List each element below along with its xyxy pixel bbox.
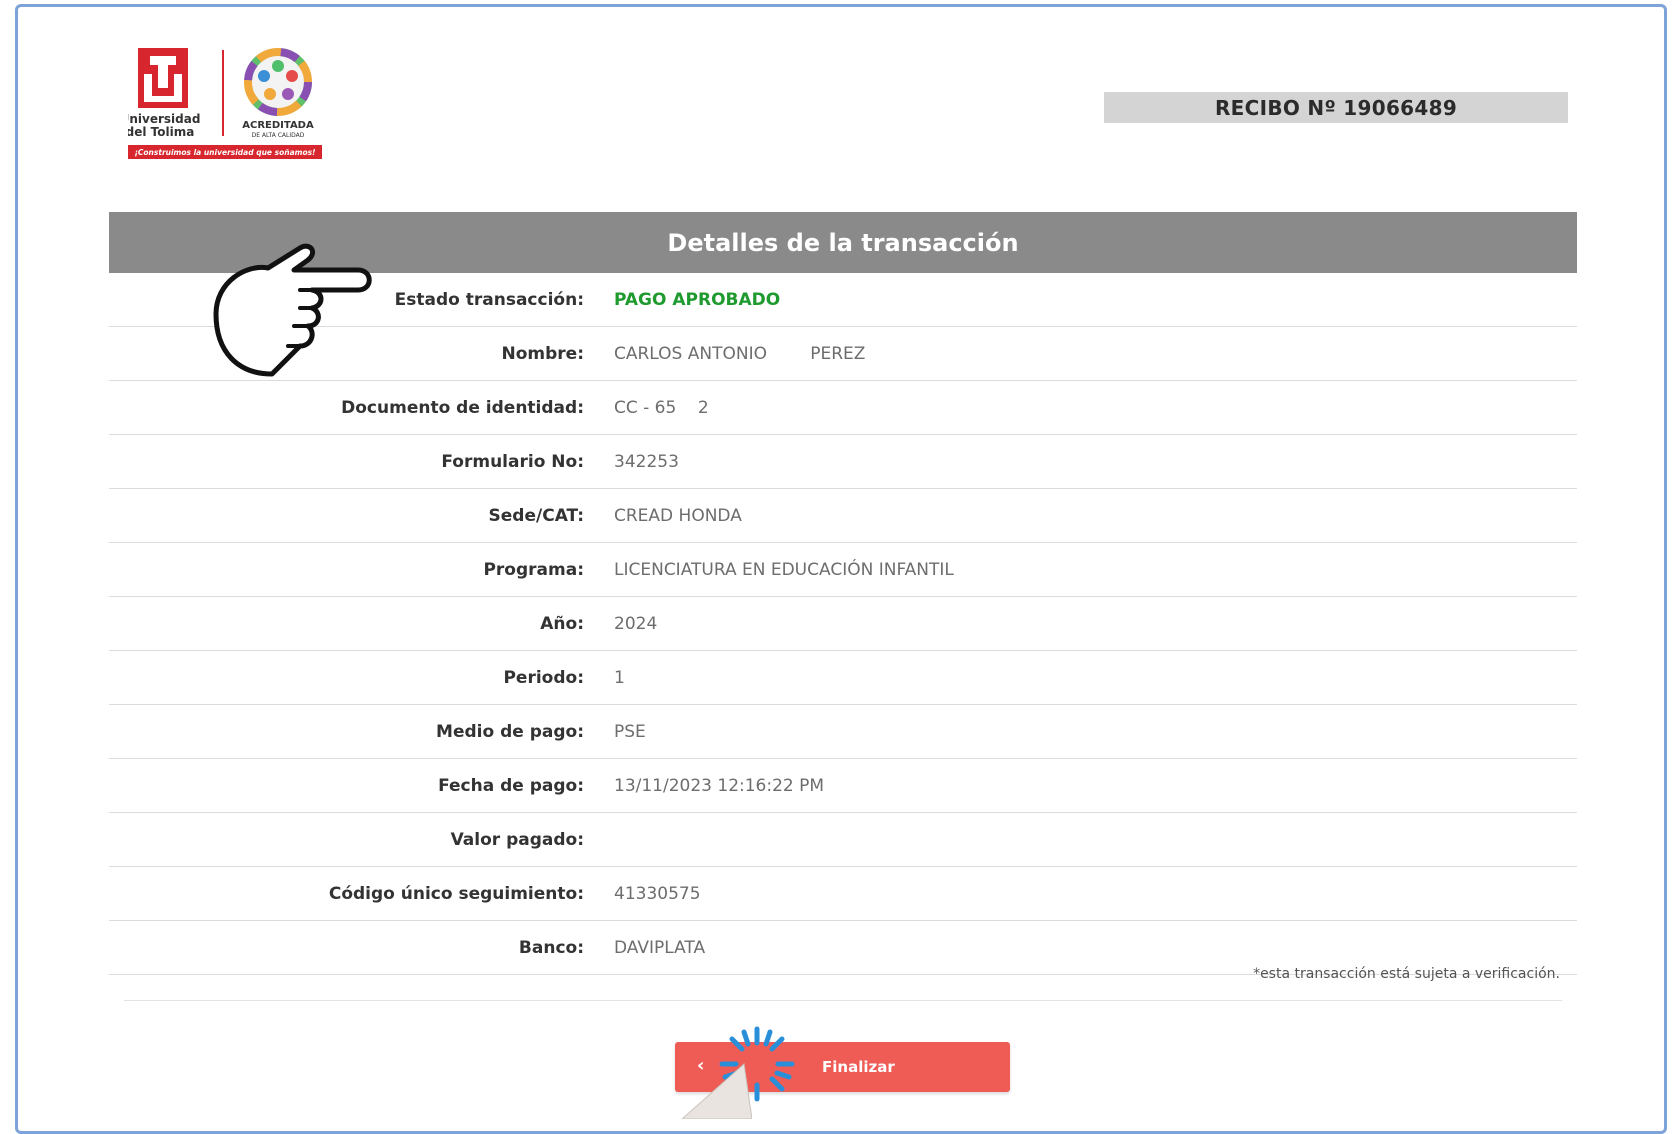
row-value: 41330575 (614, 883, 701, 904)
row-label: Documento de identidad: (341, 397, 584, 418)
row-year: Año: 2024 (109, 597, 1577, 651)
row-payment-date: Fecha de pago: 13/11/2023 12:16:22 PM (109, 759, 1577, 813)
pointing-hand-icon (213, 243, 372, 377)
university-logo: Universidad del Tolima ACREDITADA DE ALT… (128, 48, 322, 159)
row-document: Documento de identidad: CC - 65 2 (109, 381, 1577, 435)
row-value: PSE (614, 721, 646, 742)
receipt-number: RECIBO Nº 19066489 (1104, 92, 1568, 123)
row-value: DAVIPLATA (614, 937, 706, 958)
row-campus: Sede/CAT: CREAD HONDA (109, 489, 1577, 543)
row-form-number: Formulario No: 342253 (109, 435, 1577, 489)
row-value: 342253 (614, 451, 679, 472)
logo-institution-line2: del Tolima (128, 125, 194, 139)
verification-note: *esta transacción está sujeta a verifica… (1253, 966, 1560, 982)
row-label: Banco: (518, 937, 584, 958)
logo-accreditation-line1: ACREDITADA (242, 120, 314, 131)
row-value: 13/11/2023 12:16:22 PM (614, 775, 825, 796)
row-label: Año: (540, 613, 584, 634)
row-label: Fecha de pago: (438, 775, 584, 796)
row-label: Valor pagado: (450, 829, 584, 850)
row-value: 2024 (614, 613, 658, 634)
row-period: Periodo: 1 (109, 651, 1577, 705)
row-label: Formulario No: (441, 451, 584, 472)
table-rows: Estado transacción: PAGO APROBADO Nombre… (109, 273, 1577, 975)
row-label: Sede/CAT: (488, 505, 584, 526)
logo-institution-line1: Universidad (128, 112, 200, 126)
row-label: Medio de pago: (436, 721, 584, 742)
divider (124, 1000, 1562, 1001)
row-value: CARLOS ANTONIO PEREZ (614, 343, 866, 364)
row-label: Programa: (483, 559, 584, 580)
row-tracking-code: Código único seguimiento: 41330575 (109, 867, 1577, 921)
logo-accreditation-line2: DE ALTA CALIDAD (252, 132, 305, 139)
row-label: Código único seguimiento: (328, 883, 584, 904)
row-value: CREAD HONDA (614, 505, 742, 526)
row-program: Programa: LICENCIATURA EN EDUCACIÓN INFA… (109, 543, 1577, 597)
row-value-status: PAGO APROBADO (614, 289, 781, 310)
mouse-cursor-icon (682, 1063, 752, 1119)
row-amount-paid: Valor pagado: (109, 813, 1577, 867)
finish-button-label: Finalizar (822, 1058, 895, 1076)
row-value: 1 (614, 667, 625, 688)
row-value: LICENCIATURA EN EDUCACIÓN INFANTIL (614, 559, 954, 580)
row-value: CC - 65 2 (614, 397, 709, 418)
row-label: Periodo: (503, 667, 584, 688)
logo-slogan: ¡Construimos la universidad que soñamos! (134, 148, 315, 157)
row-payment-method: Medio de pago: PSE (109, 705, 1577, 759)
